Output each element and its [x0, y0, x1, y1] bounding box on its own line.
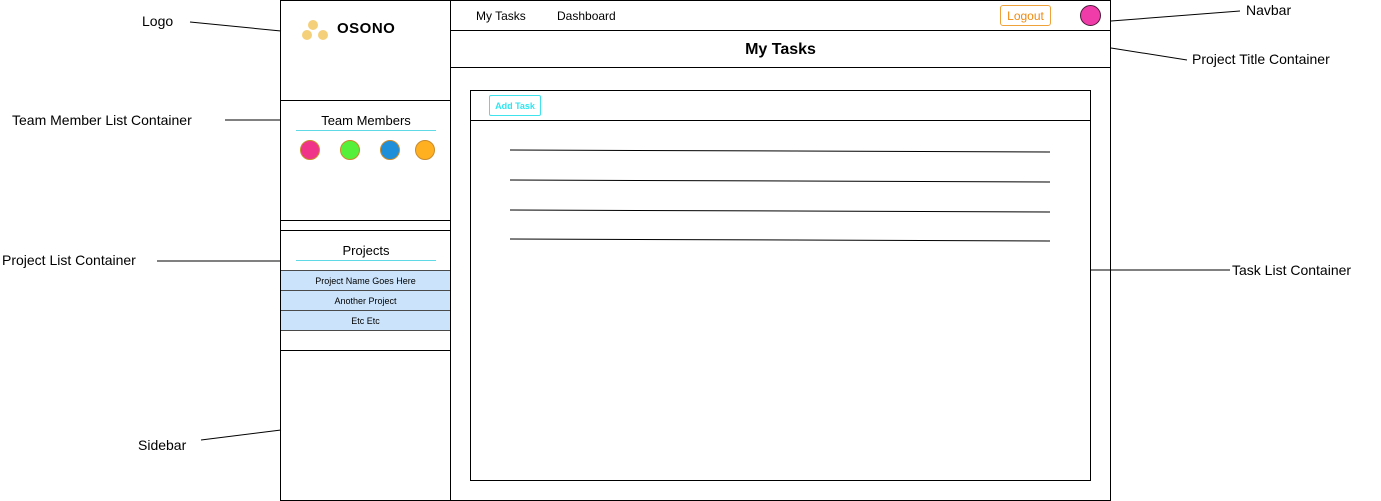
task-row [509, 238, 1051, 242]
task-rows [509, 149, 1051, 242]
task-row [509, 179, 1051, 183]
task-row [509, 149, 1051, 153]
task-row [509, 209, 1051, 213]
